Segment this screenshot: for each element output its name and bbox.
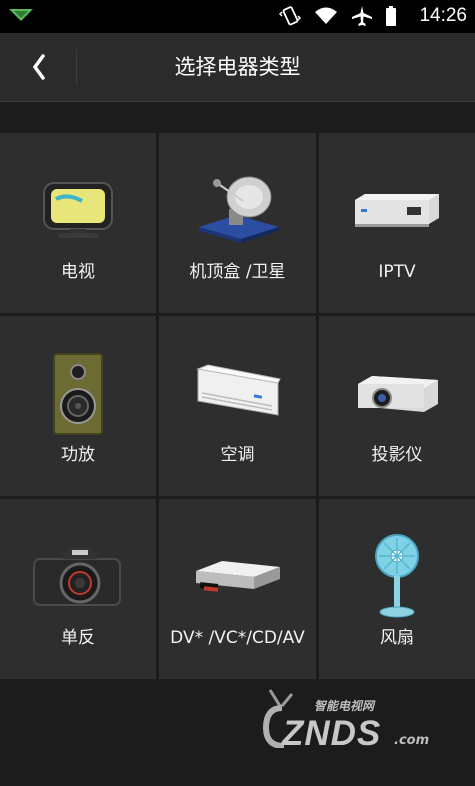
device-label: 电视 xyxy=(61,262,95,282)
signal-carrier-icon xyxy=(9,9,33,21)
page-title: 选择电器类型 xyxy=(174,55,301,79)
device-tile-projector[interactable]: 投影仪 xyxy=(319,316,475,496)
device-tile-air-conditioner[interactable]: 空调 xyxy=(159,316,316,496)
watermark-title: ZNDS xyxy=(282,714,382,753)
projector-icon xyxy=(358,376,438,412)
device-tile-amplifier[interactable]: 功放 xyxy=(0,316,156,496)
tv-icon xyxy=(43,182,113,238)
device-label: 风扇 xyxy=(380,628,414,648)
iptv-box-icon xyxy=(355,194,439,227)
device-label: 功放 xyxy=(61,445,95,465)
device-label: IPTV xyxy=(378,262,416,282)
device-grid: 电视 机顶盒 /卫星 IPTV 功放 空调 投影仪 单反 DV* /VC*/CD… xyxy=(0,133,475,679)
fan-icon xyxy=(375,534,419,618)
device-label: 空调 xyxy=(220,445,255,465)
vibrate-icon xyxy=(279,6,301,26)
watermark-suffix: .com xyxy=(394,733,430,748)
device-tile-iptv[interactable]: IPTV xyxy=(319,133,475,313)
device-tile-dvd-vcd-cd-av[interactable]: DV* /VC*/CD/AV xyxy=(159,499,316,679)
airplane-mode-icon xyxy=(352,6,372,26)
dvd-player-icon xyxy=(195,561,280,592)
device-label: 投影仪 xyxy=(371,445,423,465)
camera-icon xyxy=(33,547,121,606)
status-time: 14:26 xyxy=(419,5,467,26)
device-tile-dslr[interactable]: 单反 xyxy=(0,499,156,679)
device-label: 单反 xyxy=(61,628,95,648)
wifi-icon xyxy=(315,7,337,24)
device-label: 机顶盒 /卫星 xyxy=(189,262,286,282)
device-label: DV* /VC*/CD/AV xyxy=(170,628,305,648)
device-tile-fan[interactable]: 风扇 xyxy=(319,499,475,679)
battery-icon xyxy=(386,6,396,26)
status-bar: 14:26 xyxy=(0,0,475,33)
satellite-dish-icon xyxy=(198,176,279,243)
app-bar: 选择电器类型 xyxy=(0,33,475,102)
speaker-icon xyxy=(53,353,103,435)
watermark-subtitle: 智能电视网 xyxy=(314,699,375,713)
air-conditioner-icon xyxy=(195,364,281,416)
watermark-logo: 智能电视网 ZNDS .com xyxy=(262,688,432,756)
device-tile-tv[interactable]: 电视 xyxy=(0,133,156,313)
device-tile-settop-satellite[interactable]: 机顶盒 /卫星 xyxy=(159,133,316,313)
